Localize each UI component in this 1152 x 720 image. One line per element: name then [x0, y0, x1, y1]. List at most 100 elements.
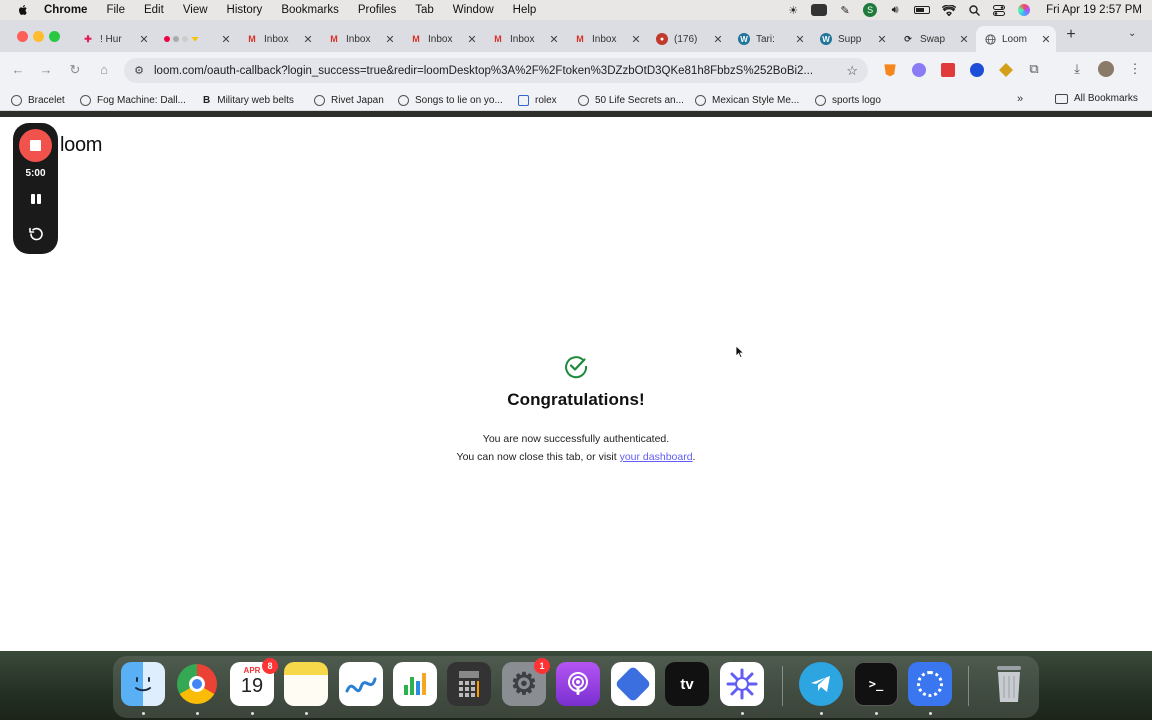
close-tab-text: You can now close this tab, or visit you… [0, 451, 1152, 463]
profile-avatar[interactable] [1098, 61, 1114, 77]
url-text[interactable]: loom.com/oauth-callback?login_success=tr… [154, 65, 834, 77]
dashboard-link[interactable]: your dashboard [620, 451, 693, 463]
all-bookmarks-button[interactable]: All Bookmarks [1055, 93, 1138, 104]
chrome-app-icon[interactable] [175, 662, 219, 706]
close-tab-icon[interactable]: ✕ [1040, 33, 1052, 46]
close-tab-icon[interactable]: ✕ [220, 33, 232, 46]
home-button[interactable]: ⌂ [96, 62, 112, 78]
bookmark-item[interactable]: Rivet Japan [314, 93, 384, 107]
apple-icon[interactable] [16, 3, 30, 17]
system-settings-app-icon[interactable]: ⚙ 1 [502, 658, 550, 706]
close-tab-icon[interactable]: ✕ [630, 33, 642, 46]
tab-loom-active[interactable]: Loom ✕ [976, 26, 1056, 52]
proton-vpn-app-icon[interactable] [611, 662, 655, 706]
blue-extension-icon[interactable] [970, 63, 984, 77]
spotlight-search-icon[interactable] [967, 3, 981, 17]
tab-notifications[interactable]: ● (176) ✕ [648, 26, 728, 52]
menu-file[interactable]: File [106, 4, 125, 16]
wifi-icon[interactable] [942, 3, 957, 17]
close-tab-icon[interactable]: ✕ [548, 33, 560, 46]
menu-edit[interactable]: Edit [144, 4, 164, 16]
tab-gmail-5[interactable]: M Inbox ✕ [566, 26, 646, 52]
trash-icon[interactable] [987, 662, 1031, 706]
bookmark-item[interactable]: Songs to lie on yo... [398, 93, 503, 107]
control-center-icon[interactable] [992, 3, 1006, 17]
close-window-button[interactable] [17, 31, 28, 42]
menu-history[interactable]: History [227, 4, 263, 16]
chrome-menu-icon[interactable]: ⋮ [1127, 61, 1143, 77]
restart-recording-icon[interactable] [27, 226, 45, 244]
bookmark-star-icon[interactable]: ☆ [846, 63, 858, 79]
tab-colored-dots[interactable]: ✕ [156, 26, 236, 52]
tab-swap[interactable]: ⟳ Swap ✕ [894, 26, 974, 52]
tab-wordpress-2[interactable]: W Supp ✕ [812, 26, 892, 52]
tab-search-chevron-icon[interactable]: ⌄ [1128, 28, 1136, 39]
signal-app-icon[interactable] [908, 662, 952, 706]
sun-icon[interactable]: ☀ [786, 3, 800, 17]
menu-window[interactable]: Window [453, 4, 494, 16]
menubar-clock[interactable]: Fri Apr 19 2:57 PM [1046, 4, 1142, 16]
apple-tv-app-icon[interactable]: tv [665, 662, 709, 706]
volume-icon[interactable]: 🔊︎ [888, 3, 902, 17]
running-indicator [142, 712, 145, 715]
more-bookmarks-chevron-icon[interactable]: » [1017, 93, 1023, 105]
pause-recording-button[interactable] [29, 192, 43, 206]
tab-slack[interactable]: ✚ ! Hur ✕ [74, 26, 154, 52]
stop-recording-button[interactable] [19, 129, 52, 162]
close-tab-icon[interactable]: ✕ [302, 33, 314, 46]
app-status-icon[interactable] [811, 4, 828, 16]
close-tab-icon[interactable]: ✕ [958, 33, 970, 46]
numbers-app-icon[interactable] [393, 662, 437, 706]
reload-button[interactable]: ↻ [67, 62, 83, 78]
forward-button[interactable]: → [38, 62, 54, 78]
close-tab-icon[interactable]: ✕ [876, 33, 888, 46]
site-info-icon[interactable]: ⚙ [132, 64, 146, 77]
tools-icon[interactable]: ✎ [838, 3, 852, 17]
download-icon[interactable]: ⤓ [1069, 61, 1085, 77]
bookmark-item[interactable]: 50 Life Secrets an... [578, 93, 684, 107]
tab-gmail-3[interactable]: M Inbox ✕ [402, 26, 482, 52]
bookmark-item[interactable]: Bracelet [11, 93, 65, 107]
close-tab-icon[interactable]: ✕ [384, 33, 396, 46]
close-tab-icon[interactable]: ✕ [466, 33, 478, 46]
shield-status-icon[interactable]: S [863, 3, 878, 17]
minimize-window-button[interactable] [33, 31, 44, 42]
loom-app-icon[interactable] [720, 662, 764, 706]
terminal-app-icon[interactable]: >_ [854, 662, 898, 706]
telegram-app-icon[interactable] [799, 662, 843, 706]
red-extension-icon[interactable] [941, 63, 955, 77]
menu-view[interactable]: View [183, 4, 208, 16]
extensions-puzzle-icon[interactable]: ⧉ [1026, 61, 1042, 77]
siri-icon[interactable] [1017, 3, 1031, 17]
bookmark-item[interactable]: Fog Machine: Dall... [80, 93, 186, 107]
purple-extension-icon[interactable] [912, 63, 926, 77]
calendar-app-icon[interactable]: APR 19 8 [230, 658, 278, 706]
freeform-app-icon[interactable] [339, 662, 383, 706]
new-tab-button[interactable]: + [1063, 26, 1079, 44]
tab-gmail-2[interactable]: M Inbox ✕ [320, 26, 400, 52]
back-button[interactable]: ← [10, 62, 26, 78]
menu-bookmarks[interactable]: Bookmarks [281, 4, 339, 16]
tab-gmail-4[interactable]: M Inbox ✕ [484, 26, 564, 52]
bookmark-item[interactable]: B Military web belts [203, 93, 294, 107]
battery-icon[interactable] [913, 3, 931, 17]
bookmark-item[interactable]: Mexican Style Me... [695, 93, 799, 107]
calculator-app-icon[interactable] [447, 662, 491, 706]
menu-help[interactable]: Help [513, 4, 537, 16]
close-tab-icon[interactable]: ✕ [794, 33, 806, 46]
tab-gmail-1[interactable]: M Inbox ✕ [238, 26, 318, 52]
finder-app-icon[interactable] [121, 662, 165, 706]
menu-tab[interactable]: Tab [415, 4, 434, 16]
bookmark-item[interactable]: rolex [518, 93, 557, 107]
menu-app-chrome[interactable]: Chrome [44, 4, 87, 16]
bookmark-item[interactable]: sports logo [815, 93, 881, 107]
tab-wordpress-1[interactable]: W Tari: ✕ [730, 26, 810, 52]
zoom-window-button[interactable] [49, 31, 60, 42]
close-tab-icon[interactable]: ✕ [138, 33, 150, 46]
address-bar[interactable]: ⚙ loom.com/oauth-callback?login_success=… [124, 58, 868, 83]
loom-logo[interactable]: loom [60, 134, 102, 157]
notes-app-icon[interactable] [284, 662, 328, 706]
menu-profiles[interactable]: Profiles [358, 4, 396, 16]
podcasts-app-icon[interactable] [556, 662, 600, 706]
close-tab-icon[interactable]: ✕ [712, 33, 724, 46]
